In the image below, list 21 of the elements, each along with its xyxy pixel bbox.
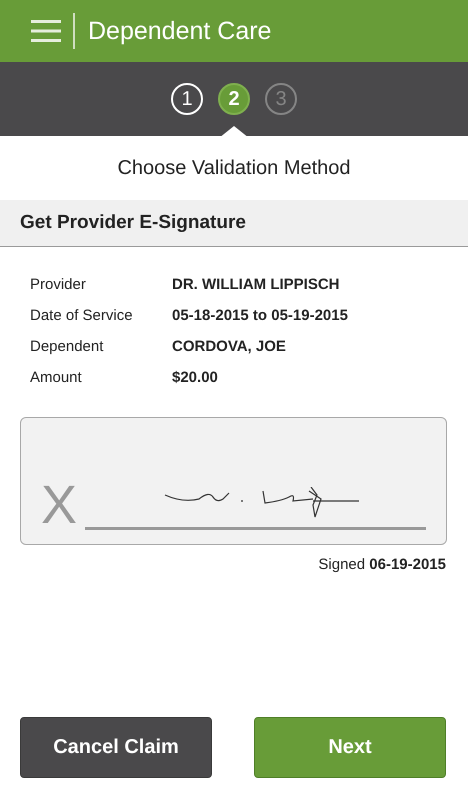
step-indicator[interactable]: 2: [218, 83, 250, 115]
step-indicator[interactable]: 3: [265, 83, 297, 115]
app-title: Dependent Care: [88, 16, 272, 46]
signature-pad[interactable]: X: [20, 417, 447, 545]
detail-label: Provider: [30, 276, 87, 293]
section-title: Get Provider E-Signature: [20, 212, 246, 234]
detail-value: DR. WILLIAM LIPPISCH: [172, 276, 340, 293]
pointer-icon: [219, 126, 249, 138]
signed-date: Signed 06-19-2015: [318, 556, 446, 573]
detail-value: CORDOVA, JOE: [172, 338, 286, 355]
detail-label: Dependent: [30, 338, 104, 355]
detail-label: Date of Service: [30, 307, 134, 324]
menu-icon[interactable]: [31, 20, 61, 42]
detail-label: Amount: [30, 369, 83, 386]
detail-value: 05-18-2015 to 05-19-2015: [172, 307, 348, 324]
step-indicator[interactable]: 1: [171, 83, 203, 115]
next-button[interactable]: Next: [254, 717, 446, 778]
cancel-button[interactable]: Cancel Claim: [20, 717, 212, 778]
signature-mark: X: [41, 480, 78, 530]
page-title: Choose Validation Method: [116, 156, 352, 180]
detail-value: $20.00: [172, 369, 218, 386]
